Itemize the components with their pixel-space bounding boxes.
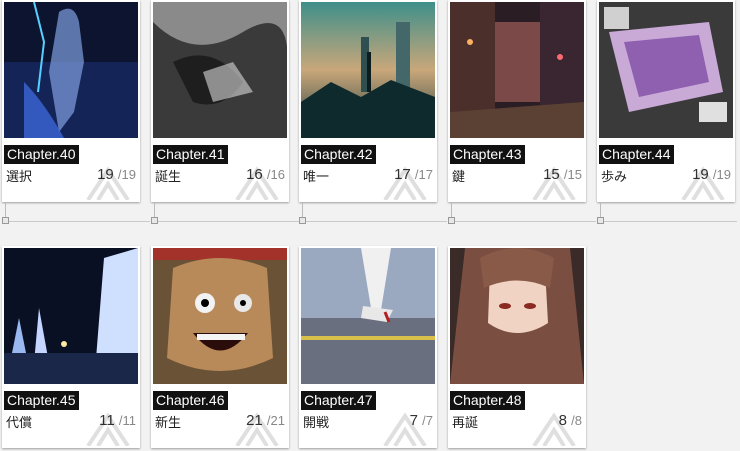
resize-handle[interactable] — [448, 217, 455, 224]
chapter-thumbnail — [4, 248, 138, 384]
chapter-label: Chapter.48 — [450, 391, 525, 410]
card-divider — [151, 202, 299, 228]
chapter-card-41[interactable]: Chapter.41 誕生 16 /16 — [151, 0, 289, 202]
watermark-icon — [532, 166, 576, 200]
chapter-title: 新生 — [155, 416, 182, 431]
chapter-card-48[interactable]: Chapter.48 再誕 8 /8 — [448, 246, 586, 448]
watermark-icon — [235, 166, 279, 200]
watermark-icon — [86, 166, 130, 200]
chapter-title: 代償 — [6, 416, 33, 431]
chapter-card-42[interactable]: Chapter.42 唯一 17 /17 — [299, 0, 437, 202]
chapter-card-47[interactable]: Chapter.47 開戦 7 /7 — [299, 246, 437, 448]
chapter-thumbnail — [450, 248, 584, 384]
chapter-title: 選択 — [6, 170, 33, 185]
watermark-icon — [383, 412, 427, 446]
chapter-thumbnail — [153, 248, 287, 384]
chapter-title: 再誕 — [452, 416, 479, 431]
chapter-thumbnail — [301, 2, 435, 138]
chapter-card-44[interactable]: Chapter.44 歩み 19 /19 — [597, 0, 735, 202]
resize-handle[interactable] — [151, 217, 158, 224]
card-divider — [448, 202, 596, 228]
chapter-label: Chapter.43 — [450, 145, 525, 164]
chapter-thumbnail — [153, 2, 287, 138]
watermark-icon — [532, 412, 576, 446]
chapter-card-46[interactable]: Chapter.46 新生 21 /21 — [151, 246, 289, 448]
chapter-thumbnail — [450, 2, 584, 138]
resize-handle[interactable] — [299, 217, 306, 224]
chapter-label: Chapter.42 — [301, 145, 376, 164]
watermark-icon — [681, 166, 725, 200]
resize-handle[interactable] — [597, 217, 604, 224]
card-divider — [299, 202, 447, 228]
chapter-label: Chapter.40 — [4, 145, 79, 164]
chapter-label: Chapter.44 — [599, 145, 674, 164]
chapter-card-43[interactable]: Chapter.43 鍵 15 /15 — [448, 0, 586, 202]
chapter-card-45[interactable]: Chapter.45 代償 11 /11 — [2, 246, 140, 448]
chapter-title: 唯一 — [303, 170, 330, 185]
watermark-icon — [235, 412, 279, 446]
chapter-thumbnail — [4, 2, 138, 138]
chapter-label: Chapter.46 — [153, 391, 228, 410]
chapter-thumbnail — [599, 2, 733, 138]
watermark-icon — [86, 412, 130, 446]
chapter-title: 歩み — [601, 170, 628, 185]
resize-handle[interactable] — [2, 217, 9, 224]
chapter-card-40[interactable]: Chapter.40 選択 19 /19 — [2, 0, 140, 202]
chapter-label: Chapter.41 — [153, 145, 228, 164]
card-divider — [597, 202, 737, 228]
chapter-title: 開戦 — [303, 416, 330, 431]
chapter-title: 誕生 — [155, 170, 182, 185]
chapter-label: Chapter.45 — [4, 391, 79, 410]
chapter-thumbnail — [301, 248, 435, 384]
watermark-icon — [383, 166, 427, 200]
card-divider — [2, 202, 150, 228]
chapter-title: 鍵 — [452, 170, 466, 185]
chapter-label: Chapter.47 — [301, 391, 376, 410]
